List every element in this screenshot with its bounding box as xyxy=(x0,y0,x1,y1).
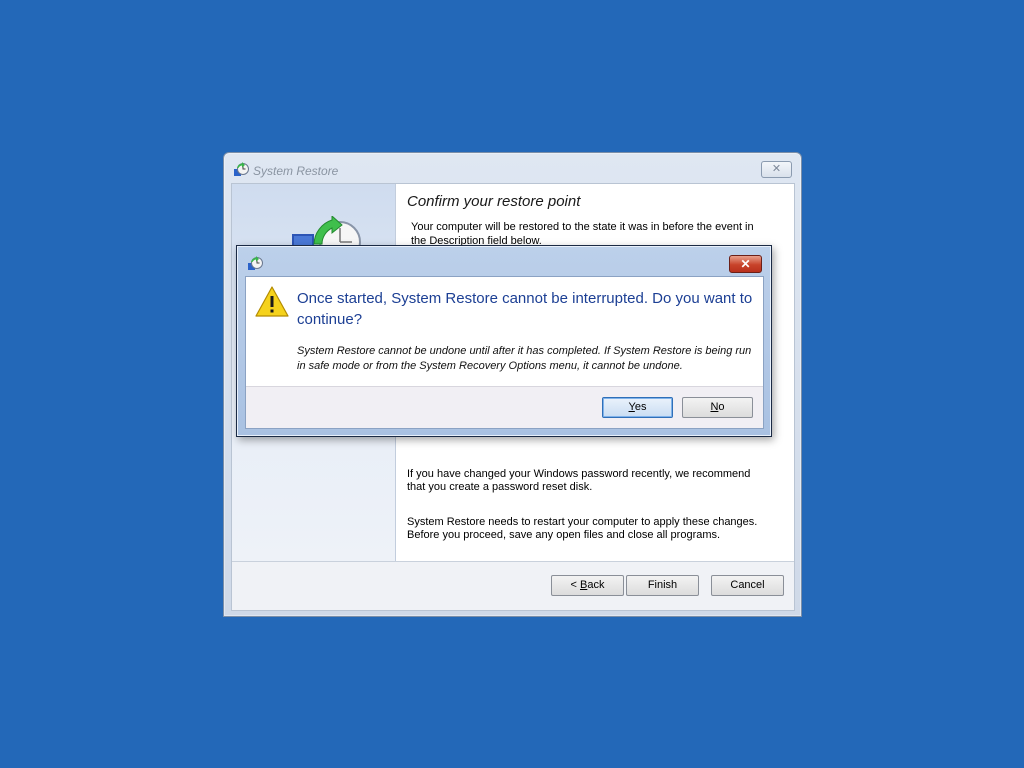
dialog-close-button[interactable]: ✕ xyxy=(729,255,762,273)
dialog-button-bar: Yes No xyxy=(246,386,763,428)
warning-icon xyxy=(255,286,289,317)
dialog-main-instruction: Once started, System Restore cannot be i… xyxy=(297,290,753,328)
restart-note: System Restore needs to restart your com… xyxy=(407,516,758,541)
cancel-button[interactable]: Cancel xyxy=(711,575,784,596)
dialog-content: Once started, System Restore cannot be i… xyxy=(245,276,764,429)
no-button-label: o xyxy=(718,401,725,413)
wizard-description: Your computer will be restored to the st… xyxy=(411,221,754,247)
system-restore-icon xyxy=(233,162,249,178)
window-title: System Restore xyxy=(253,164,339,178)
yes-button-label: es xyxy=(634,401,647,413)
wizard-heading: Confirm your restore point xyxy=(407,193,581,210)
back-button[interactable]: < Back xyxy=(551,575,624,596)
confirm-dialog: ✕ Once started, System Restore cannot be… xyxy=(236,245,772,437)
wizard-button-bar: < Back Finish Cancel xyxy=(232,561,794,610)
dialog-detail-text: System Restore cannot be undone until af… xyxy=(297,345,752,372)
no-button[interactable]: No xyxy=(682,397,753,418)
window-titlebar[interactable]: System Restore ✕ xyxy=(224,153,801,183)
back-button-label: ack xyxy=(587,579,605,591)
dialog-titlebar[interactable]: ✕ xyxy=(237,246,771,276)
finish-button[interactable]: Finish xyxy=(626,575,699,596)
window-close-button[interactable]: ✕ xyxy=(761,161,792,178)
back-button-prefix: < xyxy=(570,579,580,591)
yes-button[interactable]: Yes xyxy=(602,397,673,418)
system-restore-icon xyxy=(247,256,263,272)
password-reset-note: If you have changed your Windows passwor… xyxy=(407,468,751,493)
